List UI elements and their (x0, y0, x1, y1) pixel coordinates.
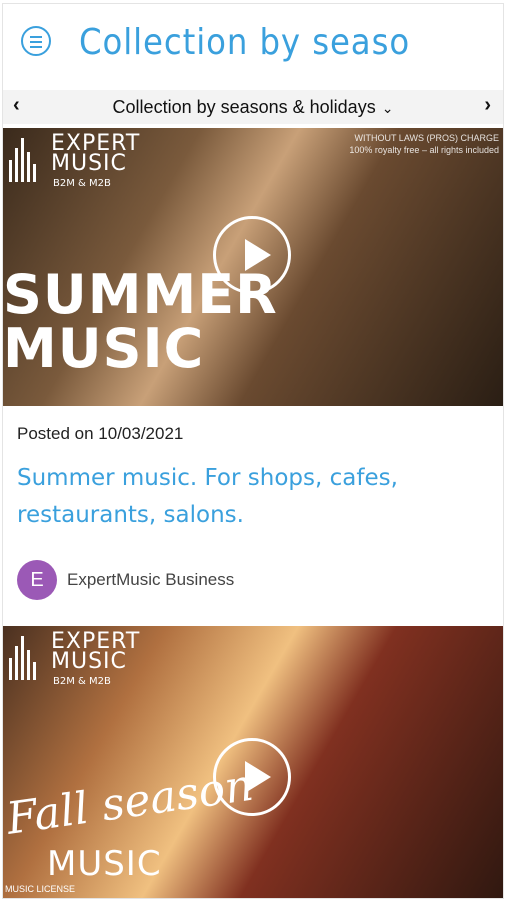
license-note: WITHOUT LAWS (PROS) CHARGE 100% royalty … (349, 133, 499, 155)
app-frame: Collection by seaso ‹ Collection by seas… (2, 3, 504, 899)
menu-icon[interactable] (21, 26, 51, 56)
header: Collection by seaso (3, 4, 503, 82)
overlay-script: Fall season (3, 759, 257, 845)
post-image-fall[interactable]: EXPERT MUSIC B2M & M2B Fall season MUSIC… (3, 626, 503, 898)
author-name: ExpertMusic Business (67, 570, 235, 589)
collection-dropdown[interactable]: Collection by seasons & holidays ⌄ (3, 97, 503, 118)
overlay-title: MUSIC (47, 844, 162, 884)
collection-dropdown-label: Collection by seasons & holidays (112, 97, 376, 117)
license-note: MUSIC LICENSE (5, 884, 76, 894)
avatar: E (17, 560, 57, 600)
post-title-link[interactable]: Summer music. For shops, cafes, restaura… (17, 460, 477, 534)
page-title: Collection by seaso (79, 22, 411, 63)
post-image-summer[interactable]: EXPERT MUSIC B2M & M2B WITHOUT LAWS (PRO… (3, 128, 503, 406)
chevron-right-icon[interactable]: › (484, 94, 491, 117)
collection-nav: ‹ Collection by seasons & holidays ⌄ › (3, 90, 503, 124)
overlay-title: SUMMER MUSIC (3, 263, 278, 380)
chevron-down-icon: ⌄ (381, 100, 394, 116)
post-date: Posted on 10/03/2021 (17, 424, 184, 443)
